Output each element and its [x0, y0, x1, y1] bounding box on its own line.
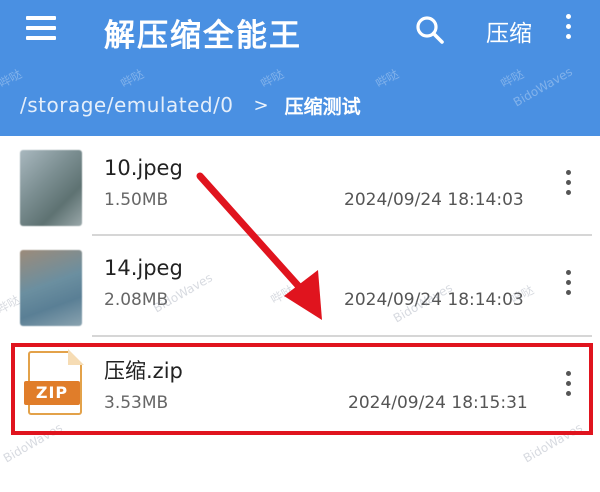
divider [92, 335, 592, 337]
menu-icon[interactable] [26, 16, 56, 40]
breadcrumb-current[interactable]: 压缩测试 [285, 92, 361, 119]
list-item[interactable]: 14.jpeg 2.08MB 2024/09/24 18:14:03 [0, 236, 600, 336]
file-name: 14.jpeg [104, 256, 183, 280]
search-icon[interactable] [414, 14, 446, 46]
list-item[interactable]: 10.jpeg 1.50MB 2024/09/24 18:14:03 [0, 136, 600, 236]
app-title: 解压缩全能王 [104, 18, 302, 54]
file-name: 10.jpeg [104, 156, 183, 180]
app-bar: 解压缩全能王 压缩 /storage/emulated/0 > 压缩测试 哔哒 … [0, 0, 600, 136]
more-vert-icon[interactable] [562, 14, 574, 44]
file-date: 2024/09/24 18:14:03 [344, 190, 524, 210]
watermark: 哔哒 [118, 66, 147, 91]
watermark: 哔哒 [258, 66, 287, 91]
watermark: 哔哒 [0, 66, 25, 91]
image-thumbnail [20, 250, 82, 326]
highlight-box [11, 343, 593, 435]
more-vert-icon[interactable] [562, 170, 574, 202]
more-vert-icon[interactable] [562, 270, 574, 302]
file-size: 1.50MB [104, 190, 169, 210]
image-thumbnail [20, 150, 82, 226]
watermark: 哔哒 [498, 66, 527, 91]
breadcrumb-root[interactable]: /storage/emulated/0 [20, 93, 234, 117]
breadcrumb-separator: > [253, 94, 269, 116]
watermark: 哔哒 [373, 66, 402, 91]
breadcrumb: /storage/emulated/0 > 压缩测试 [20, 90, 361, 120]
compress-button[interactable]: 压缩 [486, 14, 532, 48]
